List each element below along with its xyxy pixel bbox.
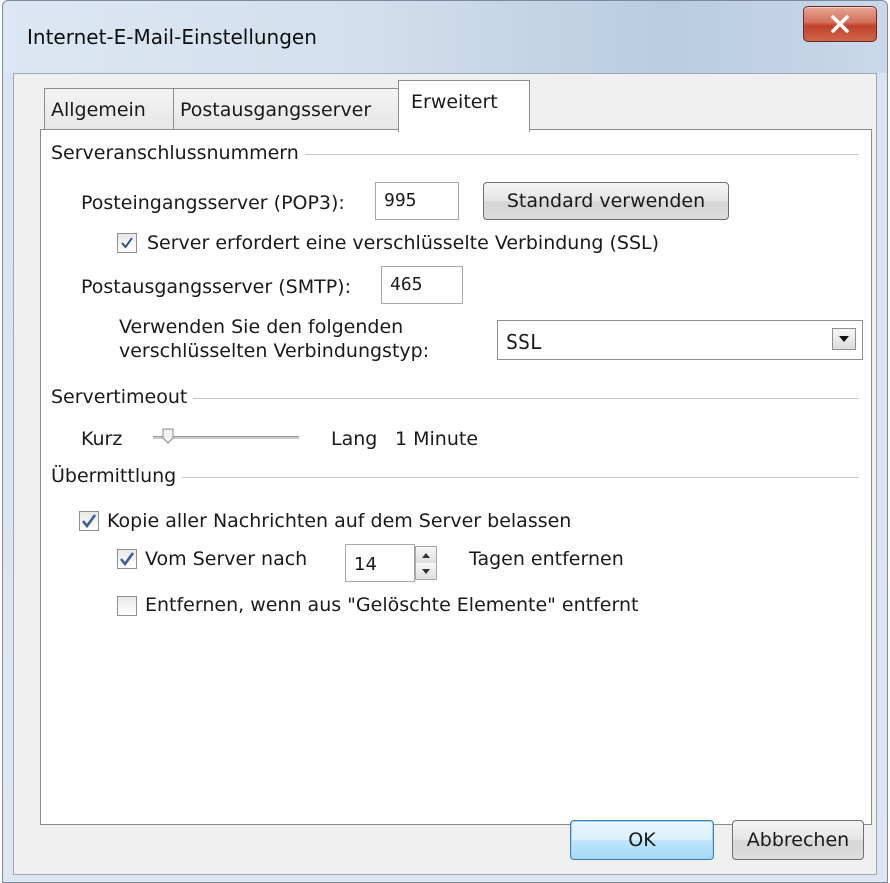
close-button[interactable] [803,6,877,42]
timeout-long-label: Lang [331,428,378,450]
incoming-port-value: 995 [384,190,417,211]
close-icon [831,15,849,33]
timeout-short-label: Kurz [81,428,123,450]
keep-copy-checkbox[interactable] [79,511,99,531]
cancel-button-label: Abbrechen [746,829,850,851]
chevron-down-icon [839,336,849,342]
use-default-button-label: Standard verwenden [506,190,706,212]
timeout-slider-track[interactable] [153,436,299,439]
remove-deleted-label: Entfernen, wenn aus "Gelöschte Elemente"… [145,594,639,616]
checkmark-icon [121,237,133,249]
title-bar[interactable]: Internet-E-Mail-Einstellungen [3,1,887,73]
tab-postausgangsserver[interactable]: Postausgangsserver [173,88,399,130]
tab-label: Erweitert [411,91,498,113]
use-default-button[interactable]: Standard verwenden [483,182,729,220]
incoming-port-field[interactable]: 995 [375,182,459,220]
encryption-type-label-line1: Verwenden Sie den folgenden [119,316,404,338]
ok-button-label: OK [628,829,656,851]
remove-deleted-checkbox[interactable] [117,596,137,616]
cancel-button[interactable]: Abbrechen [732,820,864,860]
tab-allgemein[interactable]: Allgemein [44,88,174,130]
encryption-type-label-line2: verschlüsselten Verbindungstyp: [119,340,430,362]
remove-after-checkbox[interactable] [117,549,137,569]
days-spinner-buttons [415,546,437,580]
encryption-type-select[interactable]: SSL [497,320,863,360]
tab-label: Allgemein [51,99,146,121]
spin-down-button[interactable] [416,563,436,579]
tab-label: Postausgangsserver [180,99,372,121]
chevron-up-icon [422,552,430,558]
group-title-timeout: Servertimeout [51,386,194,408]
outgoing-port-field[interactable]: 465 [381,266,463,304]
group-title-delivery: Übermittlung [51,465,183,487]
tab-panel-erweitert: Serveranschlussnummern Posteingangsserve… [40,129,872,825]
window-title: Internet-E-Mail-Einstellungen [27,25,317,49]
checkmark-icon [81,514,97,529]
checkmark-icon [119,552,135,567]
timeout-value: 1 Minute [395,428,479,450]
encryption-type-value: SSL [506,330,543,354]
dialog-window: Internet-E-Mail-Einstellungen Allgemein … [2,0,888,883]
days-spinner-field[interactable]: 14 [345,544,415,582]
incoming-port-label: Posteingangsserver (POP3): [81,192,345,214]
remove-after-label: Vom Server nach [145,548,308,570]
days-suffix-label: Tagen entfernen [469,548,624,570]
keep-copy-label: Kopie aller Nachrichten auf dem Server b… [107,510,572,532]
outgoing-port-label: Postausgangsserver (SMTP): [81,276,351,298]
group-title-ports: Serveranschlussnummern [51,142,305,164]
dialog-body: Allgemein Postausgangsserver Erweitert S… [13,73,877,875]
chevron-down-icon [422,568,430,574]
ssl-required-label: Server erfordert eine verschlüsselte Ver… [147,232,660,254]
dropdown-button[interactable] [832,328,856,350]
outgoing-port-value: 465 [390,274,423,295]
tab-erweitert[interactable]: Erweitert [398,80,530,132]
timeout-slider-thumb[interactable] [162,428,174,444]
ok-button[interactable]: OK [570,820,714,860]
days-value: 14 [354,554,377,575]
ssl-required-checkbox[interactable] [117,233,137,253]
spin-up-button[interactable] [416,547,436,563]
